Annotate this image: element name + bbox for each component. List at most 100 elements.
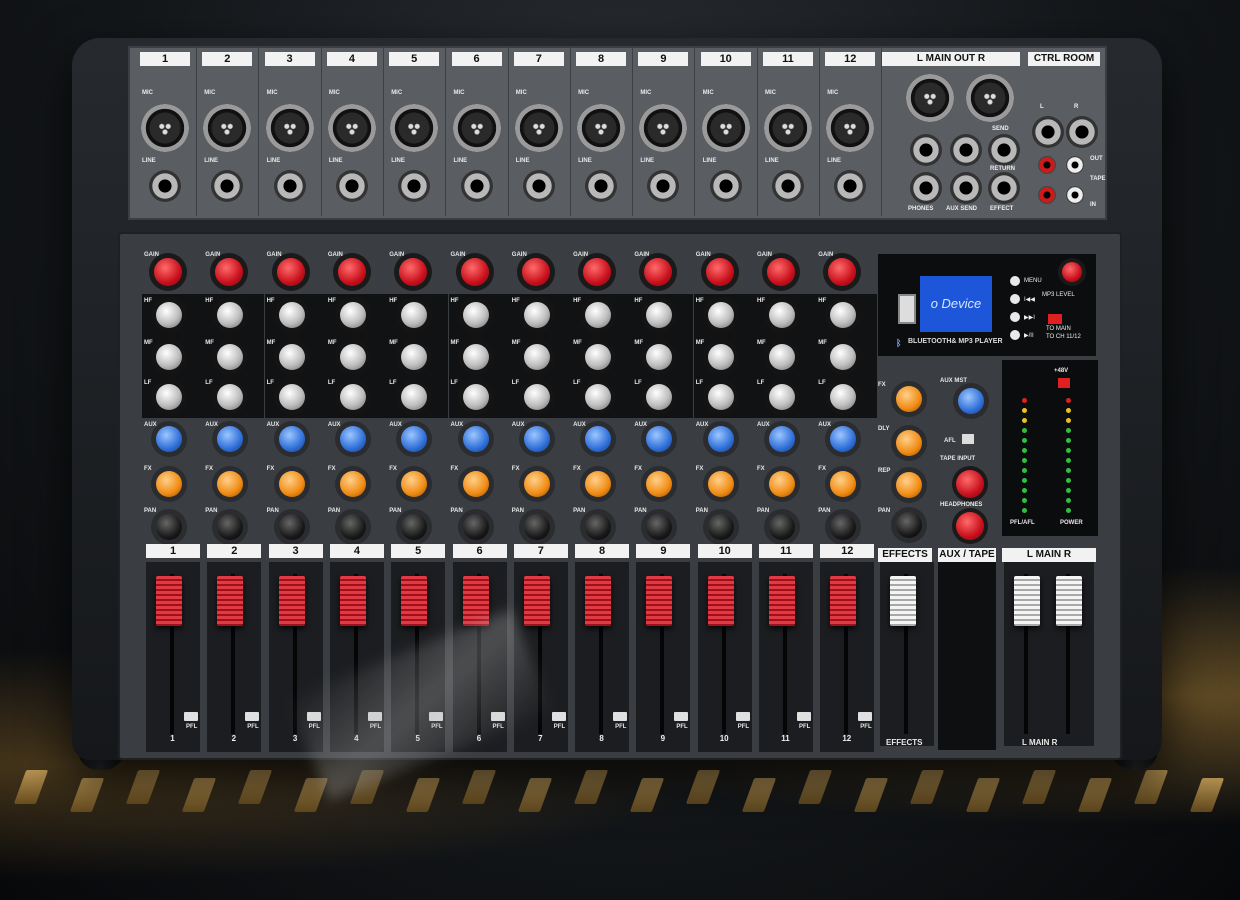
channel-fader-cap[interactable]	[585, 576, 612, 626]
return-jack[interactable]	[988, 172, 1020, 204]
channel-fader-cap[interactable]	[646, 576, 673, 626]
mic-xlr-input[interactable]	[826, 104, 875, 152]
effects-rep-knob[interactable]	[896, 472, 922, 498]
gain-knob[interactable]	[337, 258, 366, 286]
mf-knob[interactable]	[707, 344, 734, 370]
headphones-knob[interactable]	[956, 512, 984, 540]
aux-knob[interactable]	[830, 426, 857, 452]
aux-knob[interactable]	[217, 426, 244, 452]
hf-knob[interactable]	[707, 302, 734, 328]
pan-knob[interactable]	[769, 514, 795, 540]
hf-knob[interactable]	[401, 302, 428, 328]
gain-knob[interactable]	[460, 258, 489, 286]
fx-knob[interactable]	[462, 471, 489, 497]
fx-knob[interactable]	[339, 471, 366, 497]
aux-knob[interactable]	[769, 426, 795, 452]
aux-knob[interactable]	[462, 426, 489, 452]
mic-xlr-input[interactable]	[764, 104, 812, 152]
afl-button[interactable]	[962, 434, 974, 444]
aux-knob[interactable]	[585, 426, 612, 452]
gain-knob[interactable]	[215, 258, 244, 286]
gain-knob[interactable]	[276, 258, 305, 286]
fx-knob[interactable]	[830, 471, 857, 497]
channel-fader-cap[interactable]	[156, 576, 182, 626]
next-button[interactable]	[1010, 312, 1020, 322]
aux-knob[interactable]	[156, 426, 182, 452]
lf-knob[interactable]	[462, 384, 489, 410]
send-jack[interactable]	[988, 134, 1020, 166]
fx-knob[interactable]	[646, 471, 673, 497]
pfl-button[interactable]	[184, 712, 198, 721]
line-jack-input[interactable]	[398, 170, 431, 202]
phones-jack[interactable]	[910, 172, 942, 204]
fx-knob[interactable]	[278, 471, 305, 497]
fx-knob[interactable]	[217, 471, 244, 497]
usb-port-icon[interactable]	[898, 294, 916, 324]
pan-knob[interactable]	[462, 514, 489, 540]
aux-send-jack[interactable]	[950, 172, 982, 204]
hf-knob[interactable]	[156, 302, 182, 328]
gain-knob[interactable]	[154, 258, 182, 286]
gain-knob[interactable]	[828, 258, 857, 286]
channel-fader-cap[interactable]	[339, 576, 366, 626]
gain-knob[interactable]	[399, 258, 428, 286]
mf-knob[interactable]	[278, 344, 305, 370]
mic-xlr-input[interactable]	[701, 104, 750, 152]
effects-fader-cap[interactable]	[890, 576, 916, 626]
hf-knob[interactable]	[585, 302, 612, 328]
gain-knob[interactable]	[583, 258, 612, 286]
menu-button[interactable]	[1010, 276, 1020, 286]
line-jack-input[interactable]	[834, 170, 867, 202]
gain-knob[interactable]	[644, 258, 673, 286]
pan-knob[interactable]	[217, 514, 244, 540]
mf-knob[interactable]	[769, 344, 795, 370]
lf-knob[interactable]	[278, 384, 305, 410]
effects-fx-knob[interactable]	[896, 386, 922, 412]
main-right-fader-cap[interactable]	[1056, 576, 1082, 626]
line-jack-input[interactable]	[772, 170, 804, 202]
line-jack-input[interactable]	[647, 170, 680, 202]
aux-master-knob[interactable]	[958, 388, 984, 414]
pan-knob[interactable]	[830, 514, 857, 540]
fx-knob[interactable]	[156, 471, 182, 497]
tape-in-right-rca[interactable]	[1066, 186, 1084, 204]
line-jack-input[interactable]	[585, 170, 618, 202]
line-jack-input[interactable]	[211, 170, 244, 202]
channel-fader-cap[interactable]	[278, 576, 305, 626]
effects-dly-knob[interactable]	[896, 430, 922, 456]
line-jack-input[interactable]	[709, 170, 742, 202]
aux-knob[interactable]	[339, 426, 366, 452]
fx-knob[interactable]	[585, 471, 612, 497]
ctrl-room-left-jack[interactable]	[1032, 116, 1064, 148]
mic-xlr-input[interactable]	[452, 104, 501, 152]
pfl-button[interactable]	[245, 712, 260, 721]
pfl-button[interactable]	[674, 712, 689, 721]
mic-xlr-input[interactable]	[514, 104, 563, 152]
mf-knob[interactable]	[585, 344, 612, 370]
mic-xlr-input[interactable]	[390, 104, 439, 152]
tape-out-right-rca[interactable]	[1066, 156, 1084, 174]
tape-in-left-rca[interactable]	[1038, 186, 1056, 204]
hf-knob[interactable]	[523, 302, 550, 328]
fx-knob[interactable]	[769, 471, 795, 497]
main-left-fader-cap[interactable]	[1014, 576, 1040, 626]
aux-knob[interactable]	[707, 426, 734, 452]
channel-fader-cap[interactable]	[401, 576, 428, 626]
hf-knob[interactable]	[339, 302, 366, 328]
fx-knob[interactable]	[401, 471, 428, 497]
mf-knob[interactable]	[462, 344, 489, 370]
pan-knob[interactable]	[278, 514, 305, 540]
pan-knob[interactable]	[707, 514, 734, 540]
mf-knob[interactable]	[523, 344, 550, 370]
gain-knob[interactable]	[705, 258, 734, 286]
line-jack-input[interactable]	[149, 170, 181, 202]
mic-xlr-input[interactable]	[577, 104, 626, 152]
main-out-right-xlr[interactable]	[966, 74, 1014, 122]
aux-knob[interactable]	[401, 426, 428, 452]
fx-knob[interactable]	[707, 471, 734, 497]
lf-knob[interactable]	[769, 384, 795, 410]
channel-fader-cap[interactable]	[523, 576, 550, 626]
pfl-button[interactable]	[613, 712, 628, 721]
aux-right-jack[interactable]	[950, 134, 982, 166]
pan-knob[interactable]	[523, 514, 550, 540]
